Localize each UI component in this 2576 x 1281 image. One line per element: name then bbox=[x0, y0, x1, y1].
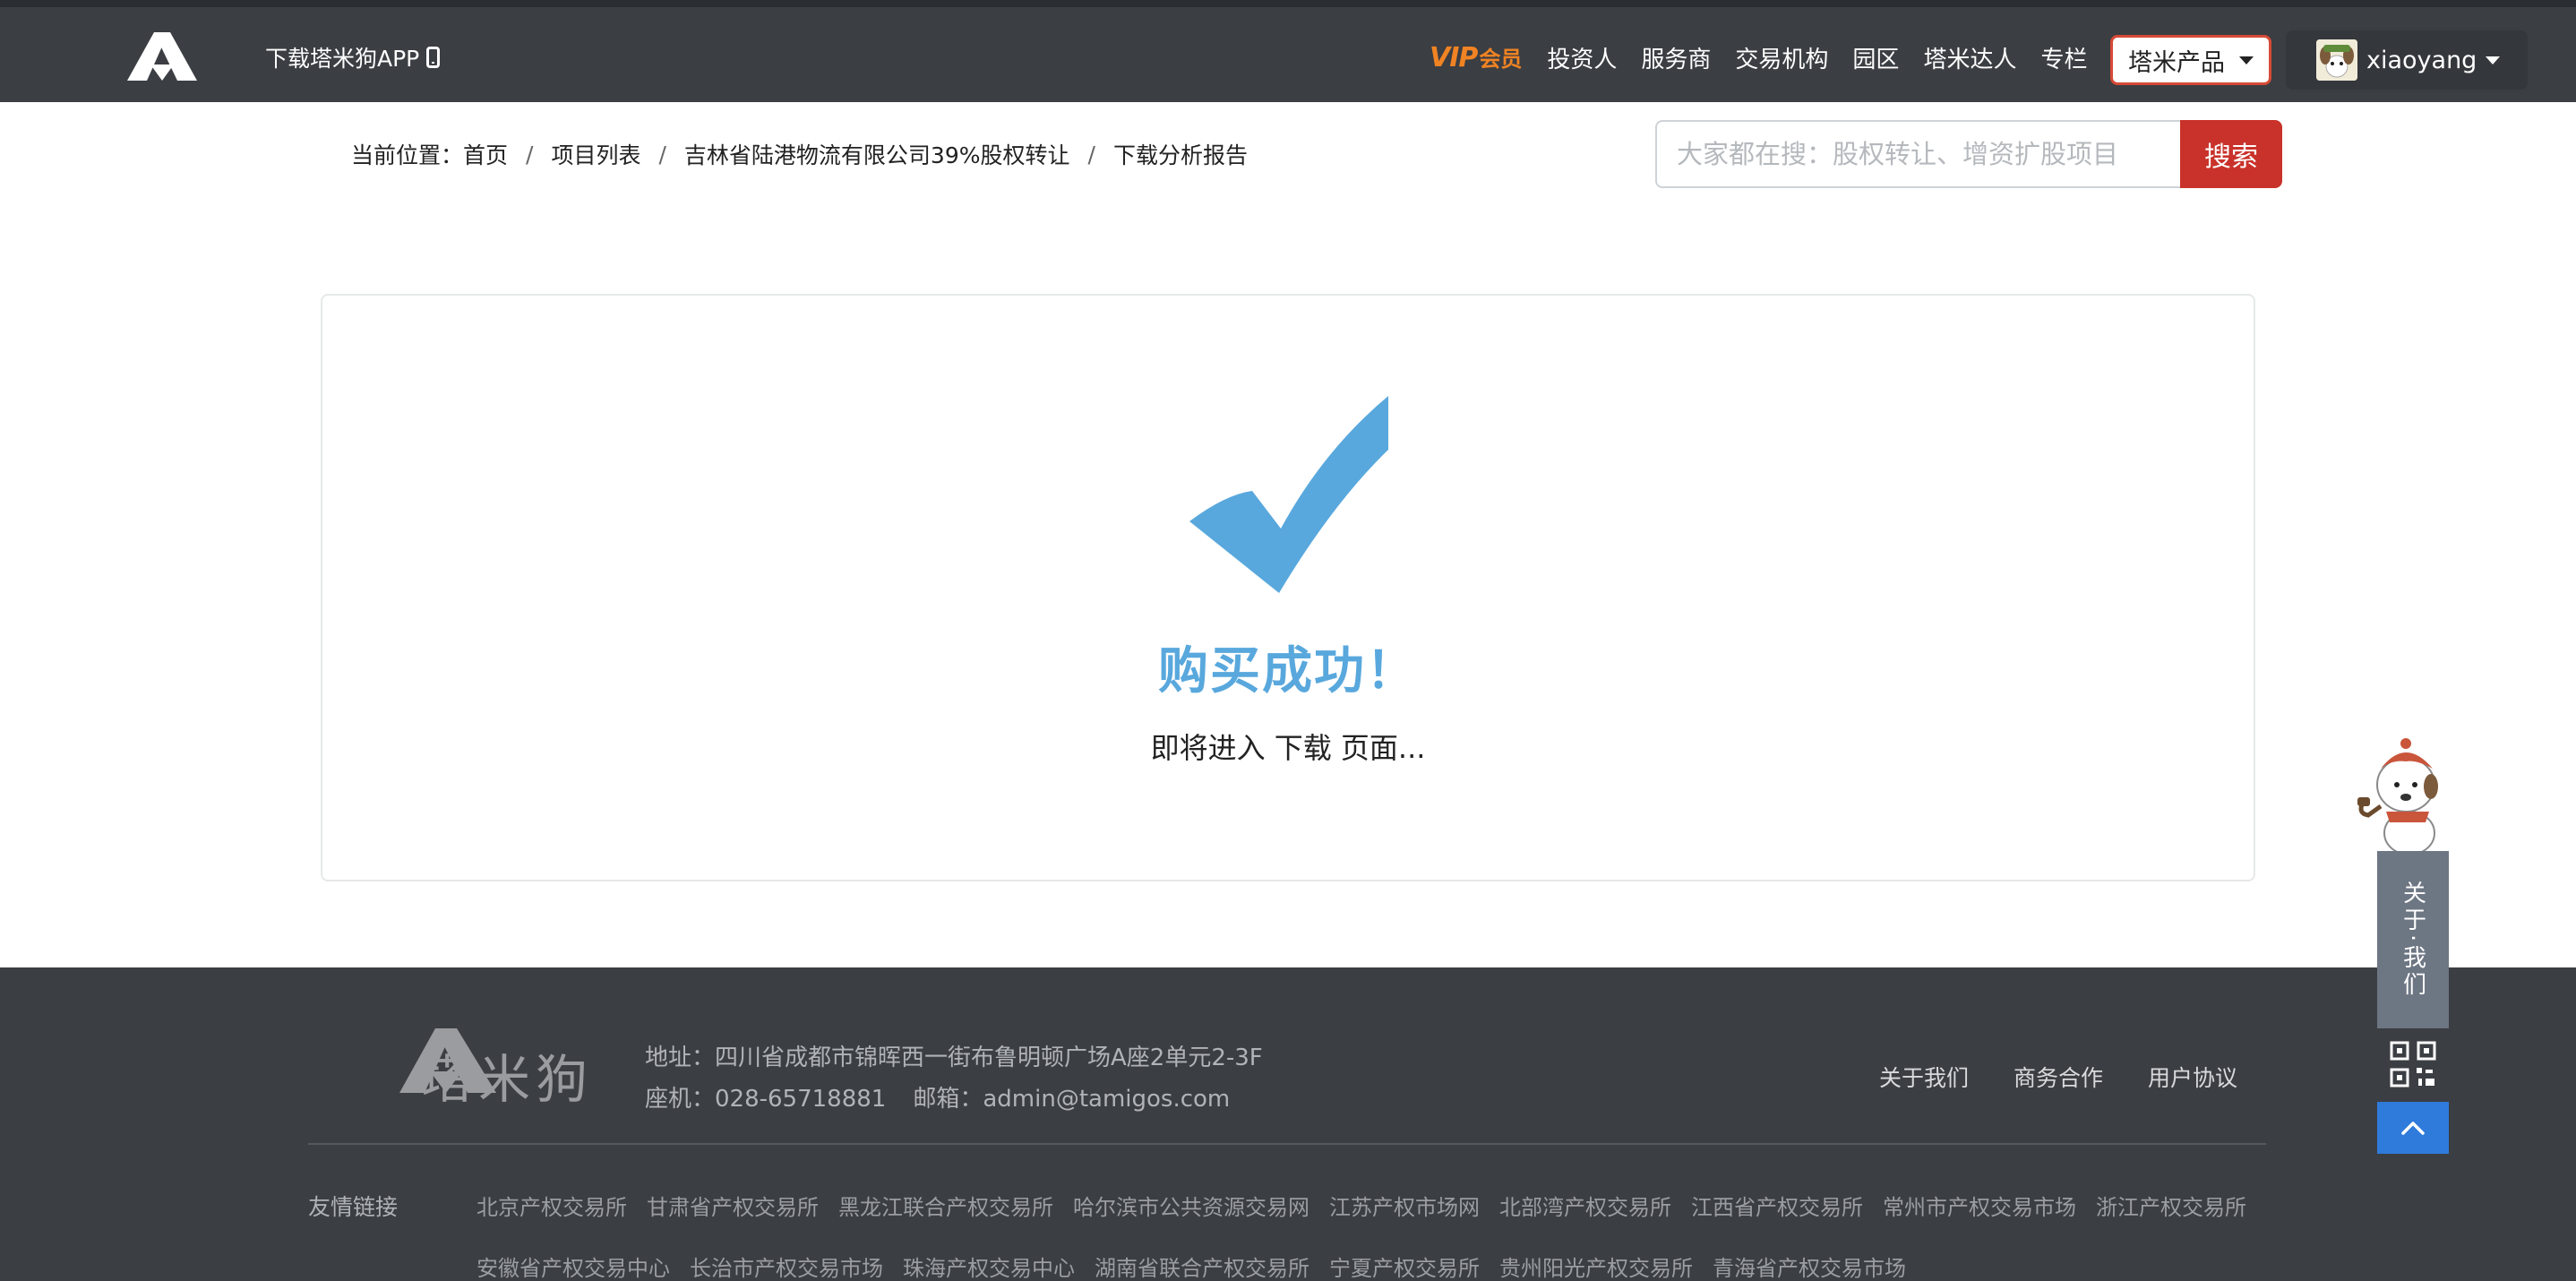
footer-link-about[interactable]: 关于我们 bbox=[1879, 1061, 1969, 1093]
nav-investors[interactable]: 投资人 bbox=[1547, 41, 1617, 74]
tamigo-logo-icon[interactable] bbox=[125, 27, 199, 84]
friend-link[interactable]: 黑龙江联合产权交易所 bbox=[838, 1190, 1053, 1221]
footer-link-agreement[interactable]: 用户协议 bbox=[2148, 1061, 2237, 1093]
friend-link[interactable]: 江苏产权市场网 bbox=[1329, 1190, 1480, 1221]
breadcrumb-project-list[interactable]: 项目列表 bbox=[551, 138, 640, 170]
friend-link[interactable]: 常州市产权交易市场 bbox=[1883, 1190, 2076, 1221]
download-app-label: 下载塔米狗APP bbox=[265, 46, 420, 72]
user-menu-button[interactable]: xiaoyang bbox=[2286, 30, 2528, 90]
friend-link[interactable]: 长治市产权交易市场 bbox=[690, 1251, 883, 1281]
nav-service-providers[interactable]: 服务商 bbox=[1641, 41, 1711, 74]
footer-address: 地址：四川省成都市锦晖西一街布鲁明顿广场A座2单元2-3F bbox=[645, 1045, 1263, 1071]
friend-link[interactable]: 贵州阳光产权交易所 bbox=[1499, 1251, 1693, 1281]
username: xiaoyang bbox=[2366, 46, 2477, 74]
chevron-up-icon bbox=[2401, 1122, 2425, 1135]
footer-link-business[interactable]: 商务合作 bbox=[2014, 1061, 2103, 1093]
footer-email: 邮箱：admin@tamigos.com bbox=[913, 1086, 1231, 1113]
breadcrumb-separator: / bbox=[1087, 141, 1095, 168]
friend-link[interactable]: 安徽省产权交易中心 bbox=[477, 1251, 670, 1281]
breadcrumb-separator: / bbox=[526, 141, 534, 168]
nav-experts[interactable]: 塔米达人 bbox=[1923, 41, 2016, 74]
footer-brand-name: 塔米狗 bbox=[421, 1049, 594, 1110]
download-app-link[interactable]: 下载塔米狗APP bbox=[265, 39, 441, 75]
breadcrumb-project[interactable]: 吉林省陆港物流有限公司39%股权转让 bbox=[684, 138, 1070, 170]
friend-link[interactable]: 北京产权交易所 bbox=[477, 1190, 627, 1221]
breadcrumb-prefix: 当前位置： bbox=[351, 142, 464, 168]
footer-links: 关于我们 商务合作 用户协议 bbox=[1879, 1061, 2237, 1093]
friend-link[interactable]: 青海省产权交易市场 bbox=[1713, 1251, 1906, 1281]
vip-member-link[interactable]: VIP 会员 bbox=[1430, 41, 1522, 73]
breadcrumb: 当前位置： 首页 / 项目列表 / 吉林省陆港物流有限公司39%股权转让 / 下… bbox=[351, 136, 1248, 172]
main-nav: VIP 会员 投资人 服务商 交易机构 园区 塔米达人 专栏 bbox=[1430, 39, 2111, 75]
chevron-down-icon bbox=[2239, 56, 2254, 64]
friend-links-row-1: 北京产权交易所 甘肃省产权交易所 黑龙江联合产权交易所 哈尔滨市公共资源交易网 … bbox=[477, 1190, 2246, 1221]
qr-code-icon[interactable] bbox=[2390, 1041, 2436, 1088]
friend-link[interactable]: 宁夏产权交易所 bbox=[1329, 1251, 1480, 1281]
friend-link[interactable]: 哈尔滨市公共资源交易网 bbox=[1073, 1190, 1309, 1221]
page: 下载塔米狗APP VIP 会员 投资人 服务商 交易机构 园区 塔米达人 专栏 … bbox=[0, 0, 2576, 1281]
breadcrumb-separator: / bbox=[658, 141, 666, 168]
nav-column[interactable]: 专栏 bbox=[2040, 41, 2087, 74]
search-input[interactable] bbox=[1655, 120, 2180, 188]
user-avatar bbox=[2316, 39, 2357, 81]
mobile-phone-icon bbox=[426, 47, 441, 68]
contact-info: 地址：四川省成都市锦晖西一街布鲁明顿广场A座2单元2-3F 座机：028-657… bbox=[645, 1037, 1263, 1120]
friend-links-label: 友情链接 bbox=[308, 1194, 399, 1220]
search-box: 搜索 bbox=[1655, 120, 2282, 188]
footer-phone: 座机：028-65718881 bbox=[645, 1086, 887, 1113]
nav-exchanges[interactable]: 交易机构 bbox=[1735, 41, 1828, 74]
friend-links-row-2: 安徽省产权交易中心 长治市产权交易市场 珠海产权交易中心 湖南省联合产权交易所 … bbox=[477, 1251, 1906, 1281]
breadcrumb-home[interactable]: 首页 bbox=[463, 138, 508, 170]
redirect-message: 即将进入 下载 页面... bbox=[1150, 731, 1426, 765]
vip-label: VIP bbox=[1430, 42, 1478, 73]
products-dropdown-label: 塔米产品 bbox=[2128, 48, 2225, 77]
friend-link[interactable]: 珠海产权交易中心 bbox=[903, 1251, 1075, 1281]
purchase-success-title: 购买成功！ bbox=[1158, 642, 1418, 701]
dog-mascot-icon[interactable] bbox=[2354, 733, 2452, 858]
back-to-top-button[interactable] bbox=[2377, 1102, 2449, 1154]
footer-contact-row: 座机：028-65718881 邮箱：admin@tamigos.com bbox=[645, 1079, 1263, 1120]
friend-link[interactable]: 江西省产权交易所 bbox=[1691, 1190, 1863, 1221]
purchase-result-card: 购买成功！ 即将进入 下载 页面... bbox=[321, 294, 2255, 881]
friend-link[interactable]: 北部湾产权交易所 bbox=[1499, 1190, 1671, 1221]
friend-link[interactable]: 浙江产权交易所 bbox=[2096, 1190, 2246, 1221]
chevron-down-icon bbox=[2486, 56, 2501, 64]
checkmark-icon bbox=[1189, 396, 1388, 593]
friend-link[interactable]: 湖南省联合产权交易所 bbox=[1095, 1251, 1309, 1281]
breadcrumb-current: 下载分析报告 bbox=[1112, 142, 1248, 168]
friend-link[interactable]: 甘肃省产权交易所 bbox=[647, 1190, 819, 1221]
nav-parks[interactable]: 园区 bbox=[1852, 41, 1899, 74]
about-us-tab[interactable]: 关于·我们 bbox=[2377, 851, 2449, 1028]
search-button[interactable]: 搜索 bbox=[2180, 120, 2282, 188]
footer-divider bbox=[308, 1143, 2266, 1145]
vip-member-label: 会员 bbox=[1479, 47, 1523, 72]
products-dropdown-button[interactable]: 塔米产品 bbox=[2110, 35, 2271, 85]
navbar: 下载塔米狗APP VIP 会员 投资人 服务商 交易机构 园区 塔米达人 专栏 … bbox=[0, 7, 2576, 102]
footer: 塔米狗 地址：四川省成都市锦晖西一街布鲁明顿广场A座2单元2-3F 座机：028… bbox=[0, 967, 2576, 1281]
top-edge bbox=[0, 0, 2576, 7]
